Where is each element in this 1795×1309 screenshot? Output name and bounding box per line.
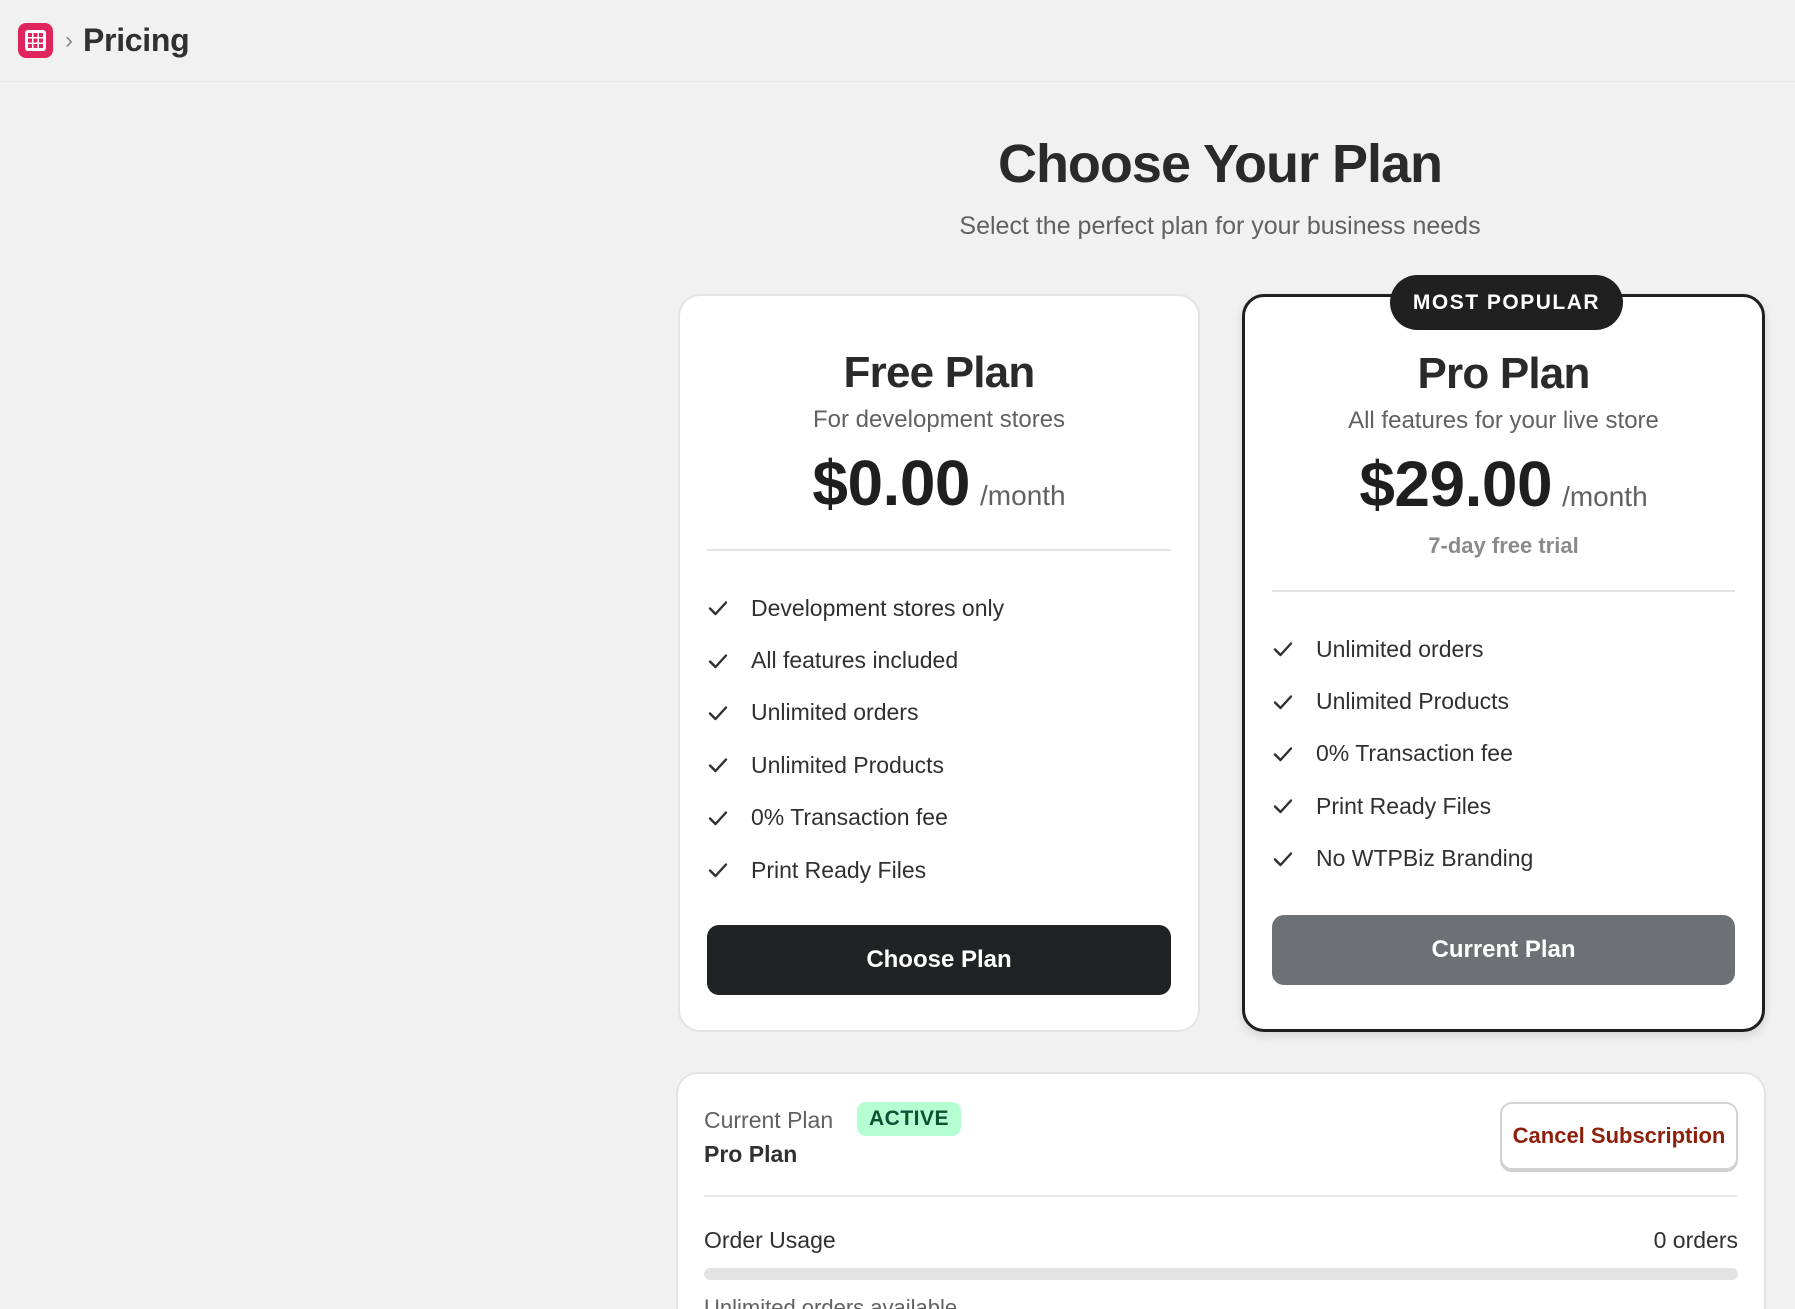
plan-name: Free Plan xyxy=(843,348,1036,397)
checkmark-icon xyxy=(708,811,728,825)
feature-text: 0% Transaction fee xyxy=(1316,740,1513,767)
feature-text: No WTPBiz Branding xyxy=(1316,845,1534,872)
current-plan-button: Current Plan xyxy=(1272,915,1735,985)
feature-text: 0% Transaction fee xyxy=(751,804,948,831)
choose-plan-button[interactable]: Choose Plan xyxy=(707,925,1171,995)
price-row: $0.00 /month xyxy=(680,446,1198,520)
most-popular-badge: MOST POPULAR xyxy=(1390,275,1623,330)
breadcrumb-separator: › xyxy=(65,26,73,54)
checkmark-icon xyxy=(708,706,728,721)
feature-item: All features included xyxy=(707,634,1004,686)
feature-list: Development stores only All features inc… xyxy=(707,582,1004,896)
hero-title: Choose Your Plan xyxy=(997,134,1443,194)
feature-list: Unlimited orders Unlimited Products 0% T… xyxy=(1272,623,1533,885)
divider xyxy=(1272,590,1735,592)
feature-text: Print Ready Files xyxy=(751,856,927,883)
feature-item: Unlimited Products xyxy=(707,739,1004,791)
checkmark-icon xyxy=(1273,799,1293,814)
checkmark-icon xyxy=(1273,642,1293,657)
feature-item: Development stores only xyxy=(707,582,1004,634)
top-bar: › Pricing xyxy=(0,0,1795,82)
grid-icon xyxy=(25,30,46,51)
subscription-status-card: Current Plan ACTIVE Pro Plan Cancel Subs… xyxy=(676,1072,1766,1309)
hero-subtitle: Select the perfect plan for your busines… xyxy=(959,212,1481,240)
feature-item: No WTPBiz Branding xyxy=(1272,833,1533,885)
checkmark-icon xyxy=(1273,694,1293,709)
checkmark-icon xyxy=(708,758,728,773)
checkmark-icon xyxy=(708,601,728,616)
divider xyxy=(707,549,1171,551)
page-title: Pricing xyxy=(83,22,190,58)
divider xyxy=(704,1195,1738,1197)
current-plan-label: Current Plan xyxy=(704,1107,834,1133)
usage-note: Unlimited orders available xyxy=(704,1295,958,1309)
feature-text: Print Ready Files xyxy=(1316,792,1492,819)
feature-item: 0% Transaction fee xyxy=(1272,728,1533,780)
checkmark-icon xyxy=(1273,852,1293,866)
cancel-subscription-button[interactable]: Cancel Subscription xyxy=(1500,1102,1738,1170)
feature-item: 0% Transaction fee xyxy=(707,792,1004,844)
price-row: $29.00 /month xyxy=(1245,447,1762,521)
current-plan-name: Pro Plan xyxy=(704,1141,798,1167)
checkmark-icon xyxy=(708,653,728,668)
plan-description: For development stores xyxy=(812,406,1066,433)
trial-text: 7-day free trial xyxy=(1428,533,1579,558)
feature-text: Unlimited Products xyxy=(1316,688,1510,715)
checkmark-icon xyxy=(1273,747,1293,762)
status-badge: ACTIVE xyxy=(857,1102,962,1136)
checkmark-icon xyxy=(708,863,728,878)
feature-text: Unlimited orders xyxy=(1316,635,1484,662)
plan-price: $29.00 xyxy=(1359,448,1553,520)
feature-item: Unlimited orders xyxy=(707,687,1004,739)
feature-item: Print Ready Files xyxy=(707,844,1004,896)
feature-item: Print Ready Files xyxy=(1272,780,1533,832)
plan-description: All features for your live store xyxy=(1348,407,1659,434)
feature-text: Unlimited orders xyxy=(751,699,919,726)
feature-item: Unlimited orders xyxy=(1272,623,1533,675)
order-usage-label: Order Usage xyxy=(704,1227,836,1253)
plan-name: Pro Plan xyxy=(1417,349,1590,398)
pro-plan-card: MOST POPULAR Pro Plan All features for y… xyxy=(1242,275,1765,1032)
feature-text: Development stores only xyxy=(751,594,1005,621)
plan-price: $0.00 xyxy=(812,447,971,519)
feature-item: Unlimited Products xyxy=(1272,675,1533,727)
price-period: /month xyxy=(1562,481,1648,512)
grid-app-icon[interactable] xyxy=(18,23,53,58)
order-usage-value: 0 orders xyxy=(1653,1227,1738,1253)
feature-text: Unlimited Products xyxy=(751,751,945,778)
price-period: /month xyxy=(980,480,1066,511)
usage-progress-bar xyxy=(704,1268,1738,1280)
free-plan-card: Free Plan For development stores $0.00 /… xyxy=(678,294,1200,1032)
feature-text: All features included xyxy=(751,647,959,674)
